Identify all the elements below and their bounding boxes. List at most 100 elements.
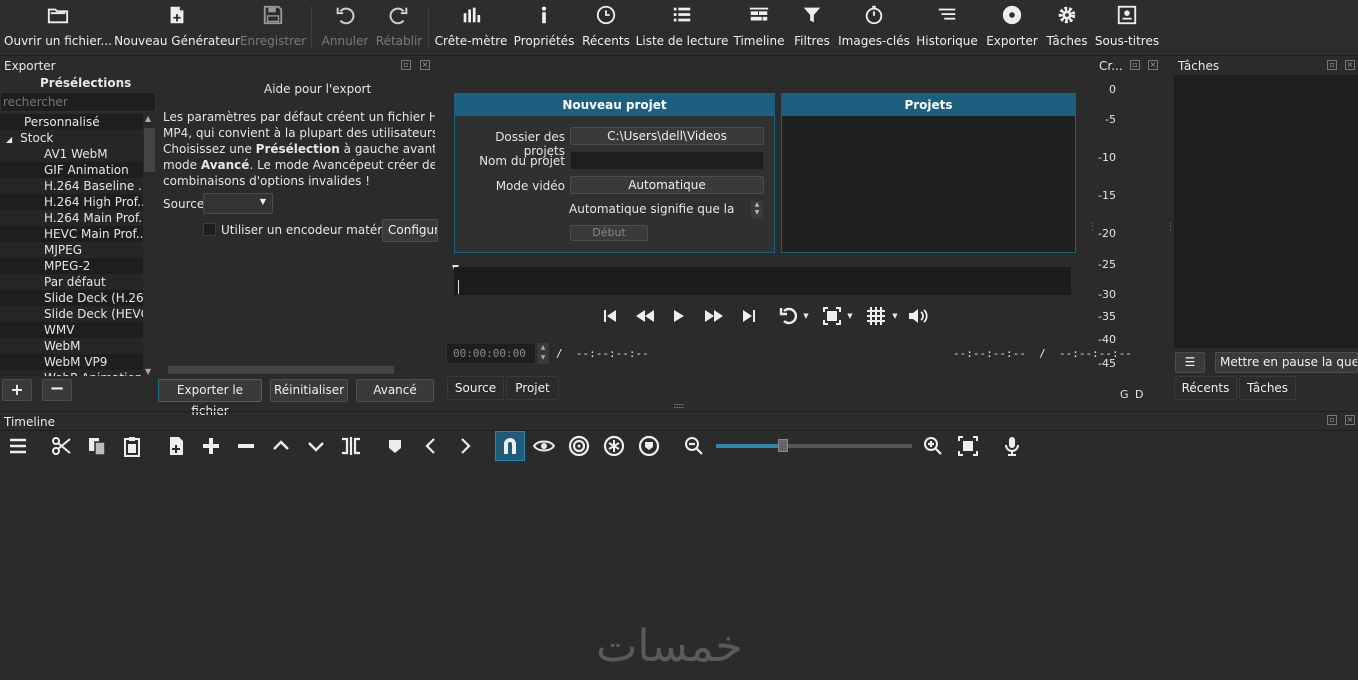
presets-scrollbar[interactable]: ▲ ▼ bbox=[143, 114, 156, 376]
jobs-button[interactable]: Tâches bbox=[1046, 0, 1088, 56]
export-button[interactable]: Exporter bbox=[986, 0, 1038, 56]
ripple-toggle[interactable] bbox=[566, 433, 592, 459]
preset-item[interactable]: H.264 High Prof... bbox=[0, 194, 143, 210]
hscrollbar-thumb[interactable] bbox=[168, 366, 394, 374]
undo-button[interactable]: Annuler bbox=[318, 0, 372, 56]
fast-forward-button[interactable] bbox=[702, 305, 726, 327]
timecode-spin-icon[interactable]: ▲ ▼ bbox=[537, 343, 549, 364]
ripple-markers-toggle[interactable] bbox=[636, 433, 662, 459]
paste-button[interactable] bbox=[119, 433, 145, 459]
preset-item[interactable]: H.264 Main Prof... bbox=[0, 210, 143, 226]
ripple-all-toggle[interactable] bbox=[601, 433, 627, 459]
hw-encoder-checkbox[interactable] bbox=[203, 223, 216, 236]
project-name-input[interactable] bbox=[570, 151, 764, 170]
configure-button[interactable]: Configur bbox=[382, 219, 438, 242]
peak-meter-button[interactable]: Crête-mètre bbox=[435, 0, 507, 56]
zoom-fit-button[interactable]: ▼ bbox=[818, 305, 858, 327]
zoom-slider-handle[interactable] bbox=[778, 439, 788, 452]
project-folder-button[interactable]: C:\Users\dell\Videos bbox=[570, 127, 764, 145]
close-panel-icon[interactable]: × bbox=[1345, 60, 1355, 70]
loop-button[interactable]: ▼ bbox=[774, 305, 814, 327]
playlist-button[interactable]: Liste de lecture bbox=[636, 0, 728, 56]
preset-item[interactable]: WebP Animation bbox=[0, 370, 143, 376]
recent-button[interactable]: Récents bbox=[582, 0, 630, 56]
tab-source[interactable]: Source bbox=[447, 376, 504, 400]
float-panel-icon[interactable]: ▫ bbox=[1327, 415, 1337, 425]
redo-button[interactable]: Rétablir bbox=[374, 0, 424, 56]
tab-recent[interactable]: Récents bbox=[1174, 376, 1237, 400]
save-button[interactable]: Enregistrer bbox=[240, 0, 306, 56]
filters-button[interactable]: Filtres bbox=[792, 0, 832, 56]
remove-preset-button[interactable]: − bbox=[42, 379, 72, 401]
preset-group-stock[interactable]: ◢ Stock bbox=[0, 130, 143, 146]
preset-item[interactable]: Slide Deck (H.264) bbox=[0, 290, 143, 306]
float-panel-icon[interactable]: ▫ bbox=[401, 60, 411, 70]
history-button[interactable]: Historique bbox=[916, 0, 978, 56]
preset-item[interactable]: HEVC Main Prof... bbox=[0, 226, 143, 242]
split-button[interactable] bbox=[338, 433, 364, 459]
tab-project[interactable]: Projet bbox=[506, 376, 559, 400]
add-preset-button[interactable]: + bbox=[2, 379, 32, 401]
preset-search-input[interactable] bbox=[0, 92, 156, 112]
video-mode-dropdown[interactable]: Automatique bbox=[570, 176, 764, 194]
splitter-handle-icon[interactable]: ⋮ bbox=[1088, 222, 1097, 232]
scroll-up-icon[interactable]: ▲ bbox=[145, 114, 151, 123]
previous-marker-button[interactable] bbox=[418, 433, 444, 459]
preset-item[interactable]: MJPEG bbox=[0, 242, 143, 258]
timecode-input[interactable]: 00:00:00:00 bbox=[446, 343, 536, 364]
advanced-button[interactable]: Avancé bbox=[356, 379, 434, 402]
preset-item[interactable]: WebM VP9 bbox=[0, 354, 143, 370]
preset-item[interactable]: WMV bbox=[0, 322, 143, 338]
preset-item[interactable]: Slide Deck (HEVC) bbox=[0, 306, 143, 322]
zoom-in-button[interactable] bbox=[920, 433, 946, 459]
preset-item[interactable]: WebM bbox=[0, 338, 143, 354]
zoom-fit-timeline-button[interactable] bbox=[955, 433, 981, 459]
ripple-add-button[interactable] bbox=[198, 433, 224, 459]
append-button[interactable] bbox=[164, 433, 190, 459]
skip-to-start-button[interactable] bbox=[598, 305, 622, 327]
scroll-down-icon[interactable]: ▼ bbox=[145, 367, 151, 376]
scrub-toggle[interactable] bbox=[531, 433, 557, 459]
play-button[interactable] bbox=[667, 305, 691, 327]
start-button[interactable]: Début bbox=[570, 225, 648, 241]
cut-button[interactable] bbox=[49, 433, 75, 459]
timeline-button[interactable]: Timeline bbox=[732, 0, 786, 56]
marker-button[interactable] bbox=[382, 433, 408, 459]
float-panel-icon[interactable]: ▫ bbox=[1130, 60, 1140, 70]
preset-item[interactable]: AV1 WebM bbox=[0, 146, 143, 162]
scrollbar-thumb[interactable] bbox=[144, 128, 155, 172]
help-hscrollbar[interactable] bbox=[158, 364, 434, 376]
tab-jobs[interactable]: Tâches bbox=[1239, 376, 1296, 400]
grid-button[interactable]: ▼ bbox=[862, 305, 902, 327]
preset-item[interactable]: GIF Animation bbox=[0, 162, 143, 178]
zoom-out-button[interactable] bbox=[681, 433, 707, 459]
close-panel-icon[interactable]: × bbox=[1345, 415, 1355, 425]
open-file-button[interactable]: Ouvrir un fichier... bbox=[4, 0, 112, 56]
preset-group-custom[interactable]: Personnalisé bbox=[0, 114, 143, 130]
scrubber-bar[interactable] bbox=[454, 267, 1071, 295]
jobs-menu-button[interactable]: ☰ bbox=[1175, 352, 1205, 373]
volume-button[interactable] bbox=[906, 305, 932, 327]
close-panel-icon[interactable]: × bbox=[1148, 60, 1158, 70]
timeline-menu-button[interactable] bbox=[5, 433, 31, 459]
preset-item[interactable]: H.264 Baseline ... bbox=[0, 178, 143, 194]
splitter-handle-icon[interactable]: :::::: bbox=[673, 401, 684, 410]
preset-item[interactable]: MPEG-2 bbox=[0, 258, 143, 274]
record-audio-button[interactable] bbox=[999, 433, 1025, 459]
snap-toggle[interactable] bbox=[495, 431, 525, 461]
close-panel-icon[interactable]: × bbox=[420, 60, 430, 70]
keyframes-button[interactable]: Images-clés bbox=[838, 0, 910, 56]
overwrite-button[interactable] bbox=[303, 433, 329, 459]
properties-button[interactable]: Propriétés bbox=[514, 0, 574, 56]
float-panel-icon[interactable]: ▫ bbox=[1327, 60, 1337, 70]
zoom-slider-track[interactable] bbox=[716, 439, 912, 452]
preset-item[interactable]: Par défaut bbox=[0, 274, 143, 290]
copy-button[interactable] bbox=[84, 433, 110, 459]
lift-button[interactable] bbox=[268, 433, 294, 459]
next-marker-button[interactable] bbox=[452, 433, 478, 459]
ripple-delete-button[interactable] bbox=[233, 433, 259, 459]
rewind-button[interactable] bbox=[633, 305, 657, 327]
export-file-button[interactable]: Exporter le fichier bbox=[158, 379, 262, 418]
pause-queue-button[interactable]: Mettre en pause la queue bbox=[1215, 352, 1358, 373]
new-generator-button[interactable]: Nouveau Générateur bbox=[114, 0, 240, 56]
